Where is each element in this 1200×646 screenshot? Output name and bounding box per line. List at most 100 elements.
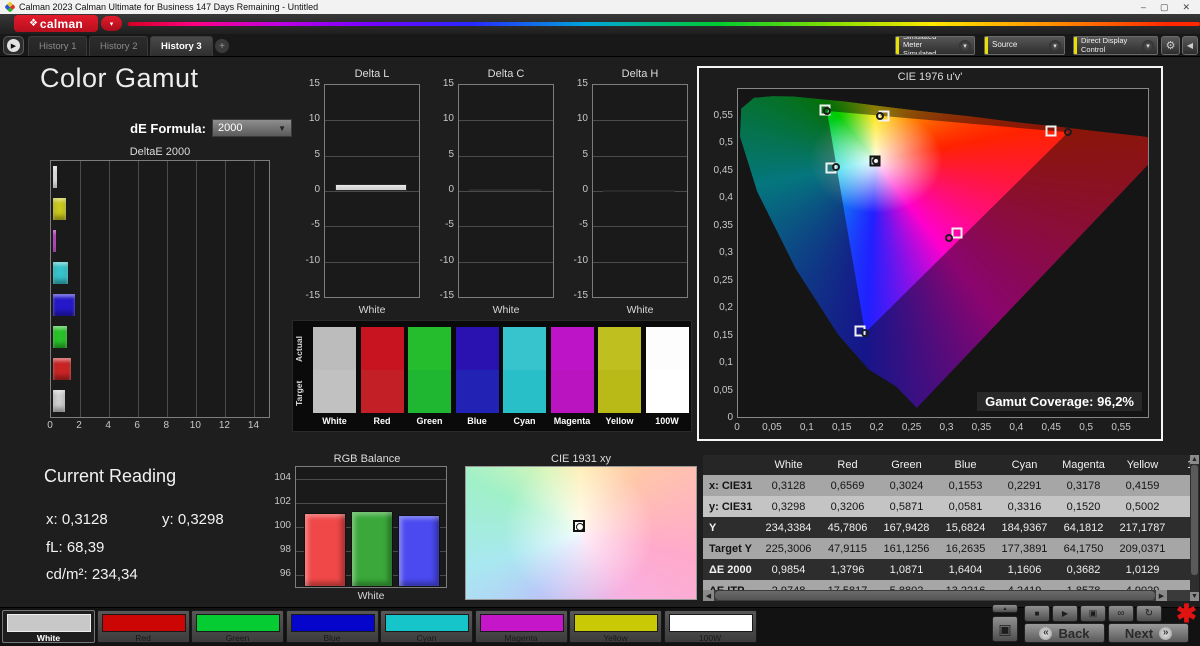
y-axis-tick-label: -10 <box>296 255 320 266</box>
patch-tab-green[interactable]: Green <box>191 610 284 643</box>
chevron-down-icon: ▾ <box>110 20 114 28</box>
y-axis-tick-label: 100 <box>263 520 291 531</box>
patch-tab-yellow[interactable]: Yellow <box>569 610 662 643</box>
x-axis-tick-label: 0,15 <box>828 422 856 433</box>
scroll-up-arrow[interactable]: ▲ <box>1190 455 1199 464</box>
table-cell: 0,2291 <box>995 475 1054 496</box>
swatch-column-green <box>408 327 451 413</box>
table-vertical-scrollbar[interactable]: ▲ ▼ <box>1190 455 1199 601</box>
patch-tab-blue[interactable]: Blue <box>286 610 379 643</box>
y-axis-tick-label: -15 <box>564 290 588 301</box>
refresh-button[interactable]: ↻ <box>1136 605 1162 622</box>
table-row: y: CIE310,32980,32060,58710,05810,33160,… <box>703 496 1190 517</box>
patch-tab-white[interactable]: White <box>2 610 95 643</box>
scroll-right-arrow[interactable]: ▶ <box>1156 590 1167 601</box>
measured-marker-yellow <box>876 112 884 120</box>
tab-history-1[interactable]: History 1 <box>28 36 87 56</box>
table-cell: 0,3298 <box>759 496 818 517</box>
patch-color-chip <box>196 614 280 632</box>
meter-dropdown-line1: Simulated Meter <box>903 36 936 49</box>
maximize-button[interactable]: ▢ <box>1160 2 1169 12</box>
close-button[interactable]: ✕ <box>1182 2 1190 12</box>
datapoint-button[interactable]: ▣ <box>992 616 1018 642</box>
swatch-column-red <box>361 327 404 413</box>
de-formula-select[interactable]: 2000 ▼ <box>212 119 292 137</box>
rgb-balance-xlabel: White <box>295 590 447 602</box>
gridline <box>325 191 419 192</box>
gamut-coverage-label: Gamut Coverage: <box>985 394 1093 409</box>
swatch-label: White <box>313 416 356 426</box>
chart-title: Delta C <box>458 68 554 80</box>
swatch-label: Magenta <box>551 416 594 426</box>
calman-menu-dropdown[interactable]: ▾ <box>101 16 122 31</box>
table-header-cell: Yellow <box>1113 455 1172 475</box>
scroll-left-arrow[interactable]: ◀ <box>703 590 714 601</box>
deltae-chart-plot <box>50 160 270 418</box>
stop-button[interactable]: ■ <box>1024 605 1050 622</box>
deltae-bar-red <box>52 357 72 381</box>
collapse-panel-button[interactable]: ◀ <box>1182 36 1198 55</box>
app-icon <box>4 1 15 12</box>
workflow-tabbar: ▶ History 1History 2History 3 + Simulate… <box>0 34 1200 57</box>
hscroll-thumb[interactable] <box>715 591 1155 600</box>
tab-history-2[interactable]: History 2 <box>89 36 148 56</box>
chart-plot <box>324 84 420 298</box>
swatch-actual <box>646 327 689 370</box>
table-cell: 0,3128 <box>759 475 818 496</box>
y-axis-tick-label: 0 <box>564 184 588 195</box>
table-cell: 0,5002 <box>1113 496 1172 517</box>
table-cell: 1,0871 <box>877 559 936 580</box>
cie1976-plot: Gamut Coverage: 96,2% <box>737 88 1149 418</box>
back-button[interactable]: « Back <box>1024 623 1105 643</box>
patch-tab-100w[interactable]: 100W <box>664 610 757 643</box>
settings-button[interactable]: ⚙ <box>1161 36 1180 55</box>
y-axis-tick-label: 15 <box>296 78 320 89</box>
tab-history-3[interactable]: History 3 <box>150 36 213 56</box>
patch-tab-cyan[interactable]: Cyan <box>380 610 473 643</box>
actual-row-label: Actual <box>294 327 308 371</box>
swatch-label: Blue <box>456 416 499 426</box>
de-formula-value: 2000 <box>218 122 242 134</box>
gridline <box>325 226 419 227</box>
play-button[interactable]: ▶ <box>1052 605 1078 622</box>
add-tab-button[interactable]: + <box>215 39 229 53</box>
cie1931-plot <box>465 466 697 600</box>
measurement-table: WhiteRedGreenBlueCyanMagentaYellow100Wx:… <box>703 455 1190 601</box>
calman-logo-button[interactable]: ❖ calman <box>14 15 98 32</box>
x-axis-tick-label: 10 <box>187 420 203 431</box>
vscroll-thumb[interactable] <box>1191 465 1198 575</box>
display-control-dropdown-label: Direct Display Control <box>1081 37 1139 54</box>
rainbow-accent-strip <box>128 22 1200 26</box>
source-dropdown-label: Source <box>992 41 1046 50</box>
continuous-measure-button[interactable]: ∞ <box>1108 605 1134 622</box>
table-cell: 0,3024 <box>877 475 936 496</box>
gridline <box>296 503 446 504</box>
gridline <box>80 161 81 417</box>
patch-tab-magenta[interactable]: Magenta <box>475 610 568 643</box>
minimize-button[interactable]: – <box>1141 2 1146 12</box>
y-axis-tick-label: 0,2 <box>701 302 733 313</box>
table-row-label: Y <box>703 517 759 538</box>
table-cell: 177,3891 <box>995 538 1054 559</box>
table-cell: 64,1812 <box>1054 517 1113 538</box>
x-axis-label: White <box>324 304 420 316</box>
y-axis-tick-label: 0,3 <box>701 247 733 258</box>
swatch-column-white <box>313 327 356 413</box>
table-header-cell: Green <box>877 455 936 475</box>
table-horizontal-scrollbar[interactable]: ◀ ▶ <box>703 590 1190 601</box>
y-axis-tick-label: 0,25 <box>701 275 733 286</box>
y-axis-tick-label: -10 <box>564 255 588 266</box>
next-arrow-icon: » <box>1159 627 1172 640</box>
calman-logo-text: calman <box>40 17 83 31</box>
table-cell: 0,3682 <box>1054 559 1113 580</box>
meter-dropdown[interactable]: Simulated MeterSimulated ▾ <box>895 36 975 55</box>
workflow-nav-button[interactable]: ▶ <box>3 36 24 55</box>
display-control-dropdown[interactable]: Direct Display Control ▾ <box>1073 36 1158 55</box>
patch-tab-red[interactable]: Red <box>97 610 190 643</box>
up-arrow-icon: ▲ <box>1003 606 1008 612</box>
single-measure-button[interactable]: ▣ <box>1080 605 1106 622</box>
source-dropdown[interactable]: Source ▾ <box>984 36 1065 55</box>
table-cell: 43 <box>1172 538 1190 559</box>
gridline <box>593 120 687 121</box>
panel-expand-button[interactable]: ▲ <box>992 604 1018 613</box>
